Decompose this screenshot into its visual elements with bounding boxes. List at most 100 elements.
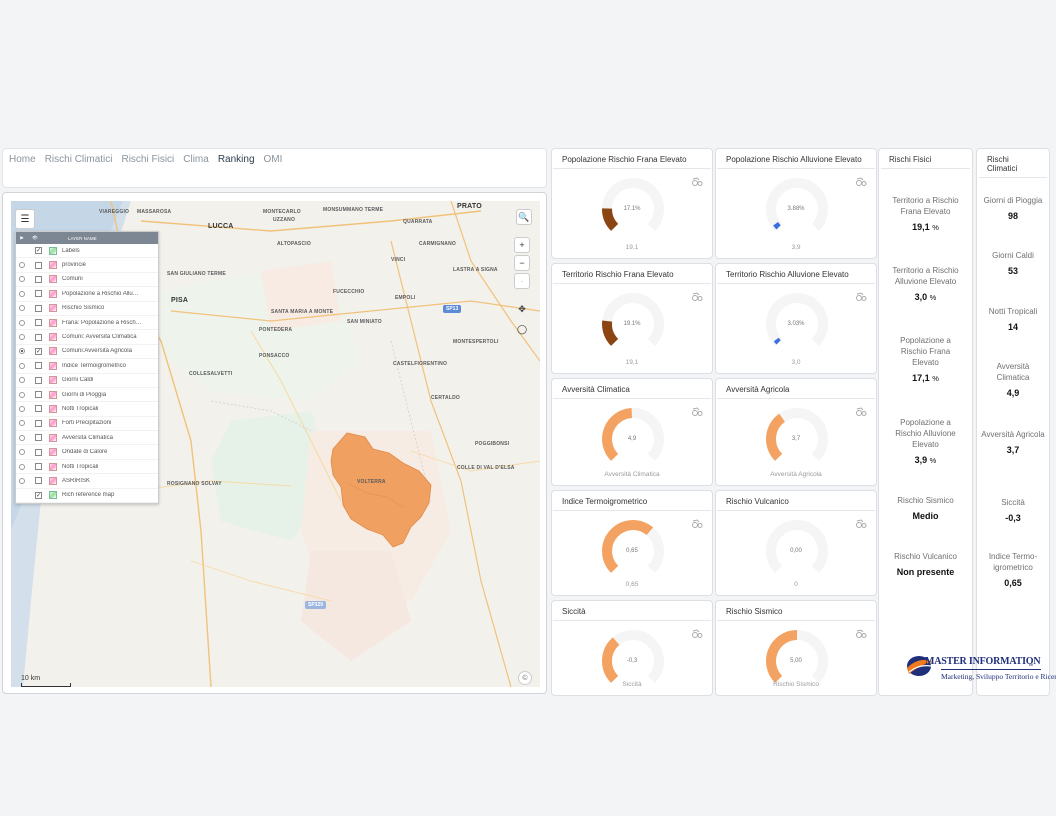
layer-visibility-checkbox[interactable] (35, 275, 42, 283)
kpi-label: Giorni Caldi (992, 251, 1034, 260)
layer-radio[interactable] (19, 477, 25, 484)
layer-radio[interactable] (19, 420, 25, 427)
layer-row[interactable]: Giorni di Pioggia (16, 388, 158, 403)
camera-icon[interactable] (855, 407, 867, 417)
layer-radio[interactable] (19, 319, 25, 326)
layer-type-icon (49, 261, 57, 270)
place-label: MONSUMMANO TERME (323, 207, 384, 213)
place-label: SANTA MARIA A MONTE (271, 309, 334, 315)
nav-clima[interactable]: Clima (183, 154, 209, 182)
gauge-center-value: 5,00 (790, 658, 802, 664)
layer-radio[interactable] (19, 334, 25, 341)
camera-icon[interactable] (691, 519, 703, 529)
layer-row[interactable]: Indice Termoigrometrico (16, 359, 158, 374)
kpi-value: 53 (1007, 266, 1018, 276)
nav-home[interactable]: Home (9, 154, 36, 182)
layer-radio[interactable] (19, 348, 25, 355)
layer-visibility-checkbox[interactable] (35, 304, 42, 312)
gauge-center-value: 3.03% (787, 321, 805, 327)
layer-type-icon (49, 289, 57, 298)
app-root: Home Rischi Climatici Rischi Fisici Clim… (0, 0, 1056, 816)
map-canvas[interactable]: VIAREGGIO MASSAROSA LUCCA MONTECARLO UZZ… (11, 201, 540, 687)
kpi-label: Siccità (1001, 498, 1025, 507)
layer-row[interactable]: Notti Tropicali (16, 460, 158, 475)
layer-radio[interactable] (19, 290, 25, 297)
layer-type-icon (49, 433, 57, 442)
layer-name: Frana: Popolazione a Risch… (62, 319, 142, 326)
place-label: PISA (171, 297, 189, 304)
camera-icon[interactable] (855, 519, 867, 529)
camera-icon[interactable] (855, 292, 867, 302)
layer-visibility-checkbox[interactable] (35, 477, 42, 485)
layer-row[interactable]: Notti Tropicali (16, 402, 158, 417)
layer-radio[interactable] (19, 305, 25, 312)
camera-icon[interactable] (691, 292, 703, 302)
gauge-center-value: 0,65 (626, 548, 638, 554)
layer-visibility-checkbox[interactable] (35, 405, 42, 413)
layer-radio[interactable] (19, 377, 25, 384)
circle-select-icon[interactable]: ◯ (514, 321, 530, 337)
layer-visibility-checkbox[interactable] (35, 362, 42, 370)
kpi-value: Medio (912, 511, 939, 521)
layer-row[interactable]: ✓ Rich reference map (16, 489, 158, 504)
layer-row[interactable]: Frana: Popolazione a Risch… (16, 316, 158, 331)
layer-radio[interactable] (19, 463, 25, 470)
nav-omi[interactable]: OMI (264, 154, 283, 182)
nav-rischi-climatici[interactable]: Rischi Climatici (45, 154, 113, 182)
layer-radio[interactable] (19, 449, 25, 456)
camera-icon[interactable] (691, 177, 703, 187)
attribution-button[interactable]: © (518, 671, 532, 685)
nav-rischi-fisici[interactable]: Rischi Fisici (121, 154, 174, 182)
logo-name: MASTER INFORMATION (925, 656, 1041, 667)
layer-row[interactable]: Giorni Caldi (16, 374, 158, 388)
layer-visibility-checkbox[interactable] (35, 391, 42, 399)
layer-radio[interactable] (19, 362, 25, 369)
layer-row[interactable]: provincie (16, 258, 158, 273)
layer-visibility-checkbox[interactable] (35, 376, 42, 384)
camera-icon[interactable] (691, 407, 703, 417)
layer-row[interactable]: ✓ Labels (16, 244, 158, 259)
layer-row[interactable]: ASRIRISK (16, 474, 158, 489)
layer-visibility-checkbox[interactable] (35, 333, 42, 341)
zoom-reset-button[interactable]: · (514, 273, 530, 289)
camera-icon[interactable] (855, 629, 867, 639)
layers-icon[interactable]: ☰ (15, 209, 35, 229)
layer-visibility-checkbox[interactable]: ✓ (35, 347, 42, 355)
layer-row[interactable]: Comuni: Avversità Climatica (16, 330, 158, 345)
layer-name: Giorni Caldi (62, 377, 94, 384)
kpi-label: Giorni di Pioggia (983, 196, 1043, 205)
select-column-icon: ▶ (20, 235, 24, 240)
layer-visibility-checkbox[interactable] (35, 261, 42, 269)
layer-row[interactable]: Rischio Sismico (16, 302, 158, 316)
layer-radio[interactable] (19, 262, 25, 269)
layer-visibility-checkbox[interactable] (35, 290, 42, 298)
zoom-out-button[interactable]: − (514, 255, 530, 271)
nav-ranking[interactable]: Ranking (218, 154, 255, 182)
layer-radio[interactable] (19, 276, 25, 283)
layer-row[interactable]: Comuni (16, 273, 158, 288)
camera-icon[interactable] (691, 629, 703, 639)
climatici-kpi: Indice Termo-igrometrico 0,65 (977, 551, 1049, 588)
layer-visibility-checkbox[interactable] (35, 319, 42, 327)
layer-visibility-checkbox[interactable]: ✓ (35, 247, 42, 255)
layer-visibility-checkbox[interactable] (35, 463, 42, 471)
layer-row[interactable]: Avversità Climatica (16, 431, 158, 446)
layer-radio[interactable] (19, 405, 25, 412)
gauge-card: Rischio Sismico 5,00 Rischio Sismico (715, 600, 877, 696)
layer-visibility-checkbox[interactable] (35, 419, 42, 427)
pan-icon[interactable]: ✥ (514, 301, 530, 317)
gauge-center-value: 3,7 (791, 436, 801, 442)
layer-radio[interactable] (19, 434, 25, 441)
zoom-in-button[interactable]: + (514, 237, 530, 253)
layer-row[interactable]: Popolazione a Rischio Allu… (16, 287, 158, 302)
layer-row[interactable]: Forti Precipitazioni (16, 417, 158, 432)
camera-icon[interactable] (855, 177, 867, 187)
layer-visibility-checkbox[interactable] (35, 448, 42, 456)
layer-visibility-checkbox[interactable] (35, 434, 42, 442)
layer-row[interactable]: Ondate di Calore (16, 445, 158, 460)
layer-visibility-checkbox[interactable]: ✓ (35, 491, 42, 499)
search-icon[interactable]: 🔍 (516, 209, 532, 225)
layer-radio[interactable] (19, 391, 25, 398)
gauge-card: Siccità -0,3 Siccità (551, 600, 713, 696)
layer-row[interactable]: ✓ Comuni:Avversità Agricola (16, 345, 158, 360)
